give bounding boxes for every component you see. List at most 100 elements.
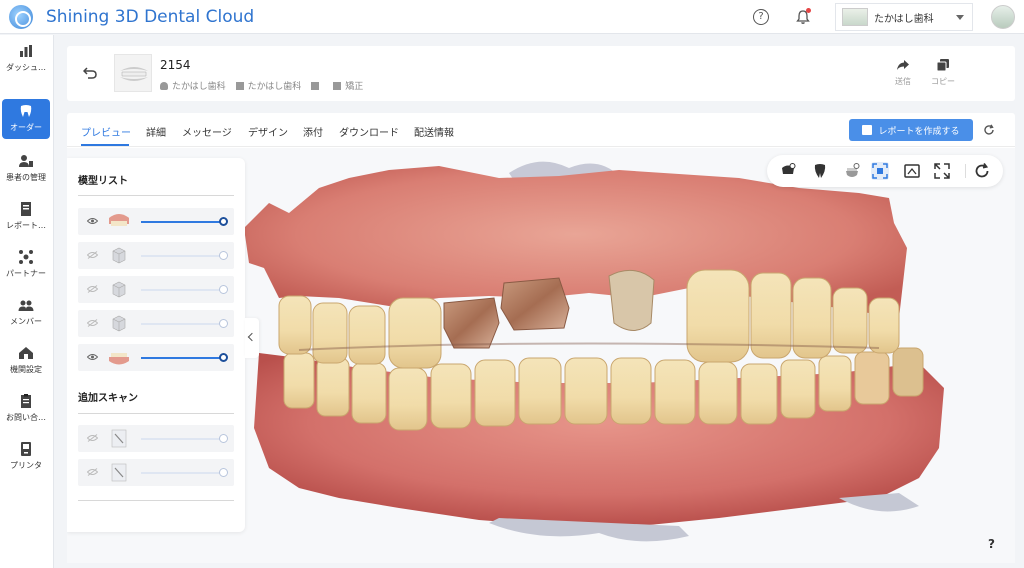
3d-viewport[interactable]: 模型リスト 追加スキャン ? [67,148,1015,563]
fit-view-icon[interactable] [871,162,889,180]
tab-bar: プレビュー 詳細 メッセージ デザイン 添付 ダウンロード 配送情報 レポートを… [67,113,1015,147]
eye-off-icon[interactable] [87,285,98,293]
building-icon [311,81,320,90]
order-meta-text: たかはし歯科 [172,82,226,92]
avatar[interactable] [991,5,1015,29]
order-meta-type: 矯正 [333,79,363,92]
viewport-help-button[interactable]: ? [988,537,995,551]
copy-label: コピー [931,77,955,86]
sidebar-item-contact[interactable]: お問い合… [0,389,52,429]
opacity-slider-knob[interactable] [219,285,228,294]
top-bar: Shining 3D Dental Cloud ? たかはし歯科 [0,0,1024,34]
opacity-slider-track[interactable] [141,472,225,474]
tab-shipping[interactable]: 配送情報 [414,124,454,139]
fullscreen-icon[interactable] [933,162,951,180]
opacity-slider-track[interactable] [141,255,225,257]
opacity-slider-knob[interactable] [219,468,228,477]
sidebar-item-dashboard[interactable]: ダッシュ… [0,39,52,79]
printer-icon [21,442,31,456]
lower-jaw-toggle-icon[interactable] [843,162,861,180]
dental-scan-3d-model[interactable] [239,148,975,563]
model-row-2 [78,242,234,269]
sidebar: ダッシュ… オーダー 患者の管理 レポート… パートナー メンバー 機関設定 お… [0,35,54,568]
order-meta-clinic: たかはし歯科 [160,79,226,92]
bar-chart-icon [20,45,32,57]
create-report-button[interactable]: レポートを作成する [849,119,973,141]
top-right-controls: ? たかはし歯科 [753,0,1024,34]
upper-jaw-scan-thumb [109,214,129,226]
send-button[interactable]: 送信 [888,58,918,87]
upper-jaw-toggle-icon[interactable] [779,162,797,180]
model-cube-thumb [112,315,126,332]
sidebar-item-label: プリンタ [10,461,42,470]
lower-jaw-scan-thumb [109,353,129,365]
scan-file-thumb [111,429,127,448]
app-logo-icon[interactable] [9,4,33,29]
reset-rotate-icon[interactable] [973,162,991,180]
app-title[interactable]: Shining 3D Dental Cloud [46,7,254,27]
opacity-slider-track[interactable] [141,438,225,440]
eye-icon[interactable] [87,217,98,225]
tooth-view-icon[interactable] [811,162,829,180]
tooth-small-icon [333,81,342,90]
sidebar-item-org-settings[interactable]: 機関設定 [0,341,52,381]
share-icon [897,60,909,70]
sidebar-item-patients[interactable]: 患者の管理 [0,149,52,189]
tab-design[interactable]: デザイン [248,124,288,139]
model-row-3 [78,276,234,303]
sidebar-item-label: レポート… [6,221,46,230]
tab-download[interactable]: ダウンロード [339,124,399,139]
collapse-panel-button[interactable] [245,318,259,358]
order-scan-thumbnail [114,54,152,92]
opacity-slider-knob[interactable] [219,319,228,328]
eye-off-icon[interactable] [87,251,98,259]
tab-details[interactable]: 詳細 [146,124,166,139]
clinic-thumbnail [842,8,868,26]
sidebar-item-members[interactable]: メンバー [0,293,52,333]
occlusion-map-icon[interactable] [903,162,921,180]
opacity-slider-track[interactable] [141,221,225,223]
help-circle-icon[interactable]: ? [753,9,769,25]
order-meta: たかはし歯科 たかはし歯科 矯正 [160,79,363,92]
opacity-slider-track[interactable] [141,357,225,359]
clinic-name: たかはし歯科 [874,13,934,25]
sidebar-item-orders[interactable]: オーダー [2,99,50,139]
tab-messages[interactable]: メッセージ [182,124,232,139]
opacity-slider-knob[interactable] [219,217,228,226]
model-list-title: 模型リスト [78,176,128,187]
eye-off-icon[interactable] [87,468,98,476]
sidebar-item-printer[interactable]: プリンタ [0,437,52,477]
members-icon [18,300,34,311]
bell-icon[interactable] [795,8,811,25]
divider [78,500,234,501]
toolbar-divider [965,164,966,178]
model-row-lower-jaw [78,344,234,371]
divider [78,413,234,414]
refresh-icon[interactable] [983,124,995,136]
sidebar-item-partners[interactable]: パートナー [0,245,52,285]
tab-attachments[interactable]: 添付 [303,124,323,139]
order-meta-org [311,79,323,92]
opacity-slider-track[interactable] [141,289,225,291]
partner-icon [19,250,33,264]
sidebar-item-label: 患者の管理 [6,173,46,182]
order-meta-text: たかはし歯科 [247,82,302,92]
copy-button[interactable]: コピー [928,58,958,87]
undo-back-icon[interactable] [83,65,97,79]
person-icon [160,81,168,90]
report-icon [862,125,873,135]
eye-icon[interactable] [87,353,98,361]
model-row-4 [78,310,234,337]
sidebar-item-label: 機関設定 [10,365,42,374]
eye-off-icon[interactable] [87,434,98,442]
sidebar-item-reports[interactable]: レポート… [0,197,52,237]
opacity-slider-track[interactable] [141,323,225,325]
extra-scan-row-2 [78,459,234,486]
eye-off-icon[interactable] [87,319,98,327]
tab-preview[interactable]: プレビュー [81,124,131,139]
clinic-selector[interactable]: たかはし歯科 [835,3,973,31]
opacity-slider-knob[interactable] [219,353,228,362]
opacity-slider-knob[interactable] [219,434,228,443]
sidebar-item-label: パートナー [6,269,46,278]
opacity-slider-knob[interactable] [219,251,228,260]
